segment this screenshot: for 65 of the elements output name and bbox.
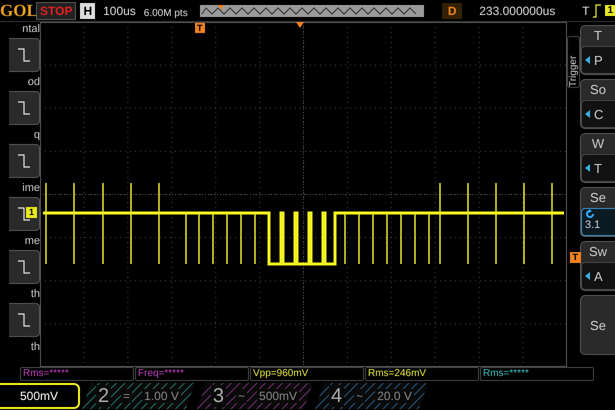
channel-scale: 1.00 V [142, 389, 181, 403]
delay-value: 233.000000us [478, 4, 556, 18]
measurement-readout: Rms=***** [480, 367, 594, 381]
trigger-source-badge: 1 [605, 5, 615, 16]
channel-setting[interactable]: 2 = 1.00 V [82, 383, 195, 409]
menu-value: C [594, 106, 604, 122]
channel-setting[interactable]: 500mV [0, 383, 80, 409]
channel-scale: 500mV [257, 389, 300, 403]
channel-scale: 500mV [20, 389, 58, 403]
menu-label: me [24, 235, 40, 247]
channel-level-marker[interactable]: 1 [26, 207, 38, 218]
measurement-readout: Rms=246mV [365, 367, 479, 381]
trigger-position-marker[interactable]: T [195, 23, 204, 33]
menu-value-button[interactable]: T [581, 154, 615, 182]
menu-value-button[interactable]: 3.1 [581, 208, 615, 236]
left-arrow-icon [585, 56, 590, 64]
menu-item-title: W [592, 136, 604, 151]
menu-item-title: Sw [588, 244, 608, 259]
menu-value: T [594, 160, 602, 176]
trigger-level-marker[interactable]: T [570, 252, 581, 263]
trigger-label: T [582, 4, 590, 18]
menu-title: ntal [22, 23, 40, 35]
menu-value-button[interactable]: A [581, 262, 615, 290]
menu-label: q [34, 129, 40, 141]
menu-item-title: Se [590, 190, 606, 205]
memory-depth: 6.00M pts [144, 9, 189, 21]
measurement-readout: Freq=***** [135, 367, 249, 381]
menu-button[interactable]: Se [580, 295, 615, 355]
coupling-symbol: = [121, 389, 132, 403]
menu-button[interactable] [9, 38, 40, 72]
menu-value: P [594, 52, 603, 68]
channel-setting[interactable]: 3 ~ 500mV [196, 383, 314, 409]
channel-scale: 20.0 V [375, 389, 414, 403]
menu-button[interactable] [9, 91, 40, 125]
channel-number: 2 [96, 385, 112, 407]
menu-label: th [30, 341, 40, 353]
left-arrow-icon [585, 164, 590, 172]
rotate-icon [585, 209, 595, 219]
coupling-symbol: ~ [236, 389, 248, 403]
menu-label: th [30, 288, 40, 300]
menu-button[interactable] [9, 144, 40, 178]
menu-item-title: So [590, 82, 606, 97]
timebase-value: 100us [102, 4, 137, 18]
menu-value-button[interactable]: P [581, 46, 615, 74]
menu-item-title: T [594, 28, 602, 43]
menu-label: ime [22, 182, 40, 194]
measurement-readout: Vpp=960mV [250, 367, 364, 381]
channel-number: 3 [210, 385, 226, 407]
center-position-icon [296, 22, 304, 28]
delay-label: D [442, 2, 462, 18]
measurement-readout: Rms=***** [20, 367, 134, 381]
menu-value: 3.1 [585, 219, 600, 231]
menu-label: od [28, 76, 40, 88]
rising-edge-icon [593, 4, 602, 18]
timebase-label: H [80, 2, 96, 18]
left-arrow-icon [585, 110, 590, 118]
menu-button[interactable] [9, 197, 40, 231]
channel-setting[interactable]: 4 ~ 20.0 V [315, 383, 428, 409]
menu-button[interactable] [9, 250, 40, 284]
menu-value-button[interactable]: C [581, 100, 615, 128]
left-arrow-icon [585, 272, 590, 280]
menu-button[interactable] [9, 303, 40, 337]
coupling-symbol: ~ [354, 389, 366, 403]
menu-value: A [594, 268, 603, 284]
channel-number: 4 [329, 385, 344, 407]
